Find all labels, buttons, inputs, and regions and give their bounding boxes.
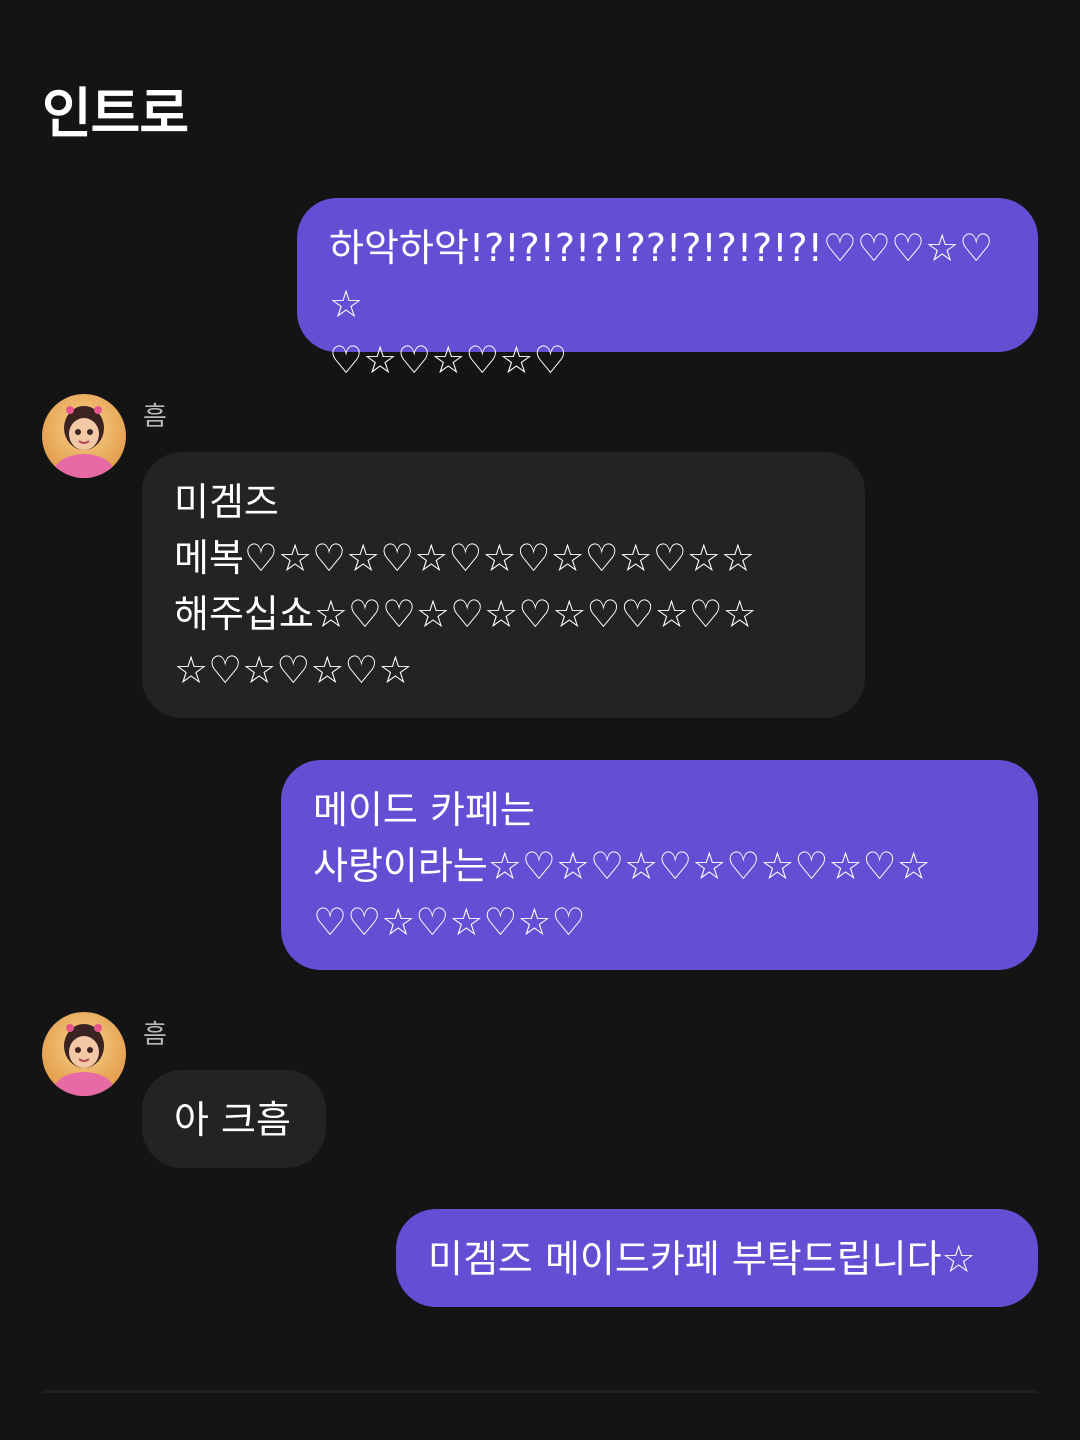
other-message-bubble[interactable]: 아 크흠 (142, 1070, 326, 1168)
girl-avatar-icon (42, 1012, 126, 1096)
my-message-bubble[interactable]: 메이드 카페는 사랑이라는☆♡☆♡☆♡☆♡☆♡☆♡☆ ♡♡☆♡☆♡☆♡ (281, 760, 1038, 970)
divider (42, 1390, 1038, 1393)
girl-avatar-icon (42, 394, 126, 478)
page-title: 인트로 (42, 82, 189, 145)
my-message-bubble[interactable]: 하악하악!?!?!?!?!??!?!?!?!?!♡♡♡☆♡☆ ♡☆♡☆♡☆♡ (297, 198, 1038, 382)
sender-name: 흠 (143, 402, 167, 432)
other-message-bubble[interactable]: 미겜즈 메복♡☆♡☆♡☆♡☆♡☆♡☆♡☆☆ 해주십쇼☆♡♡☆♡☆♡☆♡♡☆♡☆ … (142, 452, 865, 718)
my-message-bubble[interactable]: 미겜즈 메이드카페 부탁드립니다☆ (396, 1209, 1038, 1307)
avatar[interactable] (42, 1012, 126, 1096)
avatar[interactable] (42, 394, 126, 478)
sender-name: 흠 (143, 1020, 167, 1050)
